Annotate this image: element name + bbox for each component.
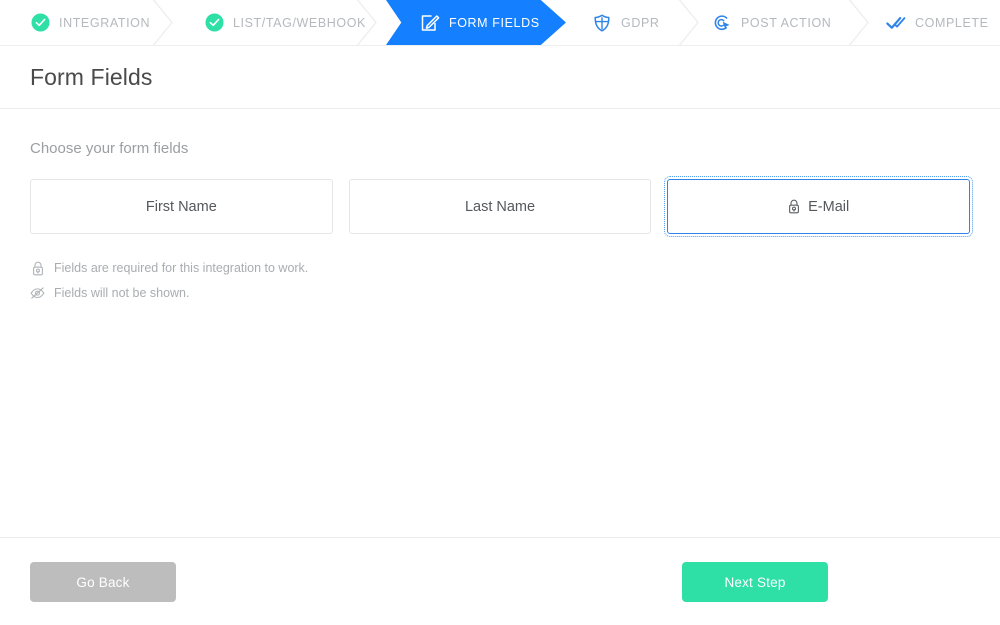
legend-item-required: Fields are required for this integration…	[30, 260, 970, 276]
form-field-label: First Name	[145, 198, 217, 215]
form-field-first-name[interactable]: First Name	[30, 179, 333, 234]
lock-icon	[788, 199, 801, 215]
wizard-page: INTEGRATION LIST/TAG/WEBHOOK FORM FIELDS…	[0, 0, 1000, 625]
step-integration[interactable]: INTEGRATION	[30, 0, 150, 45]
eye-slash-icon	[30, 285, 45, 301]
form-field-last-name[interactable]: Last Name	[348, 179, 652, 234]
check-circle-icon	[204, 13, 224, 33]
lock-icon	[30, 260, 45, 276]
form-field-label: E-Mail	[808, 198, 850, 215]
shield-icon	[592, 13, 612, 33]
wizard-footer: Go Back Next Step	[0, 537, 1000, 625]
page-title-bar: Form Fields	[0, 46, 1000, 109]
step-post-action[interactable]: POST ACTION	[712, 0, 831, 45]
step-label: GDPR	[621, 15, 660, 30]
form-fields-row: First Name Last Name E-Mail	[30, 176, 974, 237]
step-separator	[846, 0, 872, 45]
step-label: POST ACTION	[741, 15, 832, 30]
step-list-tag-webhook[interactable]: LIST/TAG/WEBHOOK	[204, 0, 366, 45]
edit-square-icon	[420, 13, 440, 33]
step-separator	[676, 0, 702, 45]
click-target-icon	[712, 13, 732, 33]
form-field-label: Last Name	[464, 198, 536, 215]
wizard-step-bar: INTEGRATION LIST/TAG/WEBHOOK FORM FIELDS…	[0, 0, 1000, 46]
double-check-icon	[886, 13, 906, 33]
step-form-fields[interactable]: FORM FIELDS	[420, 0, 540, 45]
next-step-button[interactable]: Next Step	[682, 562, 828, 602]
step-label: LIST/TAG/WEBHOOK	[233, 15, 366, 30]
form-field-email[interactable]: E-Mail	[664, 176, 974, 237]
step-label: INTEGRATION	[59, 15, 151, 30]
legend-item-hidden: Fields will not be shown.	[30, 285, 970, 301]
field-legend: Fields are required for this integration…	[30, 260, 970, 301]
legend-text: Fields will not be shown.	[54, 286, 190, 300]
step-complete[interactable]: COMPLETE	[886, 0, 989, 45]
section-subtitle: Choose your form fields	[30, 140, 189, 157]
main-content: Choose your form fields First Name Last …	[0, 140, 1000, 569]
step-label: FORM FIELDS	[449, 15, 540, 30]
step-label: COMPLETE	[915, 15, 989, 30]
page-title: Form Fields	[30, 63, 153, 90]
legend-text: Fields are required for this integration…	[54, 261, 309, 275]
go-back-button[interactable]: Go Back	[30, 562, 176, 602]
step-gdpr[interactable]: GDPR	[592, 0, 660, 45]
step-separator	[150, 0, 176, 45]
check-circle-icon	[30, 13, 50, 33]
